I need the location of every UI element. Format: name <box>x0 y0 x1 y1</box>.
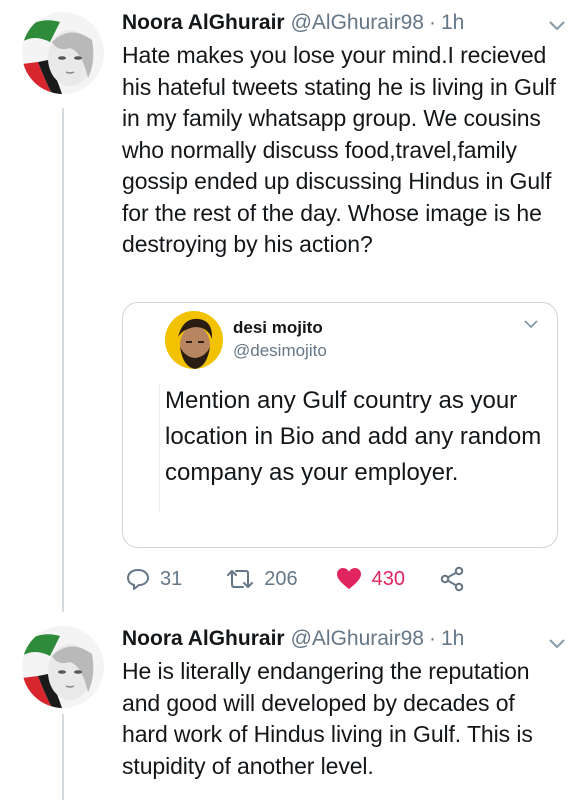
quoted-author-handle[interactable]: @desimojito <box>233 341 327 361</box>
avatar[interactable] <box>22 12 104 94</box>
quote-divider <box>159 383 160 513</box>
share-button[interactable] <box>439 566 465 592</box>
separator: · <box>428 11 436 34</box>
reply-icon <box>127 569 149 590</box>
like-count: 430 <box>371 567 405 590</box>
chevron-down-icon[interactable] <box>548 20 566 32</box>
tweet-header: Noora AlGhurair @AlGhurair98 · 1h <box>122 6 558 40</box>
author-name[interactable]: Noora AlGhurair <box>122 627 285 651</box>
tweet-text: He is literally endangering the reputati… <box>122 658 533 779</box>
tweet-content: Noora AlGhurair @AlGhurair98 · 1h He is … <box>122 622 558 782</box>
retweet-count: 206 <box>264 567 298 590</box>
quoted-tweet-text: Mention any Gulf country as your locatio… <box>165 387 542 486</box>
separator: · <box>428 627 436 650</box>
share-icon <box>440 566 464 592</box>
retweet-button[interactable]: 206 <box>226 567 298 591</box>
quoted-author-name[interactable]: desi mojito <box>233 318 323 338</box>
reply-button[interactable]: 31 <box>126 567 182 591</box>
thread-line <box>62 714 64 800</box>
tweet-header: Noora AlGhurair @AlGhurair98 · 1h <box>122 622 558 656</box>
timestamp[interactable]: 1h <box>441 627 464 651</box>
like-icon <box>336 568 361 589</box>
retweet-icon <box>227 570 254 588</box>
reply-count: 31 <box>160 567 183 590</box>
quoted-tweet[interactable]: desi mojito @desimojito Mention any Gulf… <box>122 302 558 548</box>
author-name[interactable]: Noora AlGhurair <box>122 11 285 35</box>
tweet-actions: 31 206 430 <box>122 562 522 596</box>
author-handle[interactable]: @AlGhurair98 <box>291 11 424 35</box>
tweet[interactable]: Noora AlGhurair @AlGhurair98 · 1h He is … <box>0 612 578 800</box>
quoted-avatar[interactable] <box>165 311 223 369</box>
chevron-down-icon[interactable] <box>548 638 566 650</box>
avatar[interactable] <box>22 626 104 708</box>
author-handle[interactable]: @AlGhurair98 <box>291 627 424 651</box>
timestamp[interactable]: 1h <box>441 11 464 35</box>
chevron-down-icon[interactable] <box>523 319 539 330</box>
tweet[interactable]: Noora AlGhurair @AlGhurair98 · 1h Hate m… <box>0 0 578 612</box>
thread-line <box>62 108 64 612</box>
like-button[interactable]: 430 <box>336 567 405 591</box>
tweet-text: Hate makes you lose your mind.I recieved… <box>122 42 556 257</box>
tweet-content: Noora AlGhurair @AlGhurair98 · 1h Hate m… <box>122 6 558 261</box>
